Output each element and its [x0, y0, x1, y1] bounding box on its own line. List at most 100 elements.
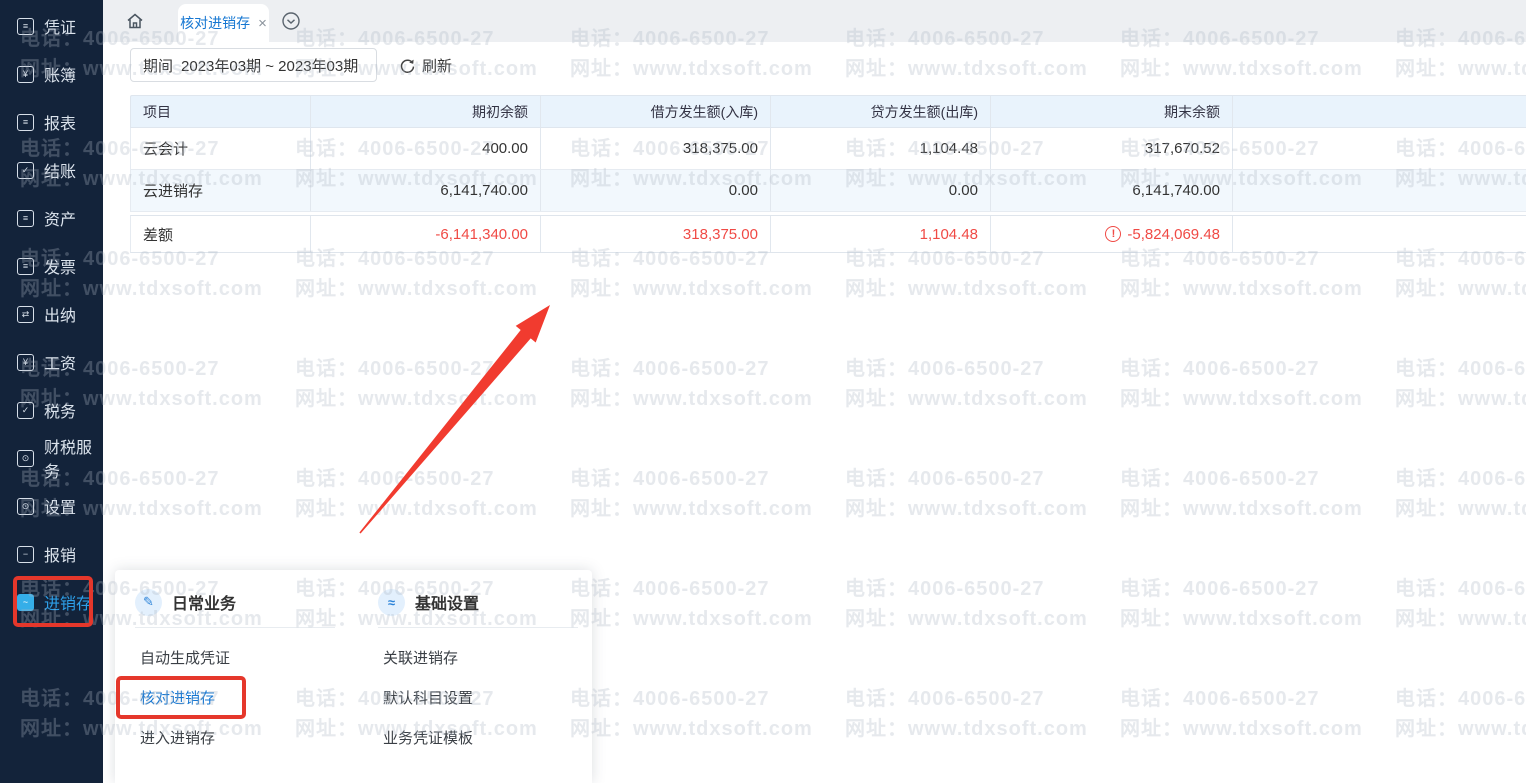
sidebar-item-label: 结账: [44, 158, 76, 182]
tax-icon: ✓: [17, 402, 34, 419]
cell-value: 6,141,740.00: [311, 170, 541, 211]
expense-icon: −: [17, 546, 34, 563]
period-value: 2023年03期 ~ 2023年03期: [181, 55, 358, 76]
tab-dropdown-icon[interactable]: [281, 11, 301, 31]
table-header-row: 项目 期初余额 借方发生额(入库) 贷方发生额(出库) 期末余额: [130, 95, 1526, 128]
popup-section-daily-business: ✎ 日常业务 自动生成凭证 核对进销存 进入进销存: [135, 570, 350, 757]
row-label: 云会计: [131, 128, 311, 169]
sidebar-item-label: 报销: [44, 542, 76, 566]
inventory-submenu-popup: ✎ 日常业务 自动生成凭证 核对进销存 进入进销存 ≈ 基础设置 关联进销存 默…: [115, 570, 592, 783]
col-header-opening-balance: 期初余额: [311, 96, 541, 127]
col-header-item: 项目: [131, 96, 311, 127]
tab-bar: 核对进销存 ×: [103, 0, 1526, 42]
sidebar-item-label: 工资: [44, 350, 76, 374]
cell-value: 6,141,740.00: [991, 170, 1233, 211]
section-title: 日常业务: [172, 590, 236, 614]
cell-value-with-warning: ! -5,824,069.48: [991, 216, 1233, 252]
table-row-cloud-inventory: 云进销存 6,141,740.00 0.00 0.00 6,141,740.00: [130, 170, 1526, 212]
table-row-difference: 差额 -6,141,340.00 318,375.00 1,104.48 ! -…: [130, 215, 1526, 253]
ledger-icon: ¥: [17, 66, 34, 83]
sidebar-item-label: 发票: [44, 254, 76, 278]
refresh-label: 刷新: [422, 55, 452, 76]
section-title: 基础设置: [415, 590, 479, 614]
tab-label: 核对进销存: [180, 13, 250, 33]
sidebar-item-reports[interactable]: ≡ 报表: [0, 98, 103, 146]
warning-icon: !: [1105, 226, 1121, 242]
basic-settings-icon: ≈: [378, 589, 405, 616]
cell-value: 318,375.00: [541, 216, 771, 252]
toolbar: 期间 2023年03期 ~ 2023年03期 刷新: [103, 42, 1526, 95]
menu-item-business-voucher-template[interactable]: 业务凭证模板: [378, 717, 593, 757]
sidebar-item-assets[interactable]: ≡ 资产: [0, 194, 103, 242]
sidebar-item-fiscal-services[interactable]: ⊙ 财税服务: [0, 434, 103, 482]
menu-item-auto-generate-voucher[interactable]: 自动生成凭证: [135, 637, 350, 677]
period-label: 期间: [143, 55, 173, 76]
home-icon[interactable]: [125, 11, 145, 31]
divider: [135, 627, 335, 628]
menu-item-default-account-settings[interactable]: 默认科目设置: [378, 677, 593, 717]
cell-value: 317,670.52: [991, 128, 1233, 169]
sidebar-item-inventory[interactable]: ~ 进销存: [0, 578, 103, 626]
refresh-button[interactable]: 刷新: [393, 48, 458, 82]
cell-value: -5,824,069.48: [1127, 226, 1220, 243]
sidebar-item-label: 凭证: [44, 14, 76, 38]
cell-value: 1,104.48: [771, 216, 991, 252]
sidebar-item-settings[interactable]: ⊙ 设置: [0, 482, 103, 530]
daily-business-icon: ✎: [135, 589, 162, 616]
col-header-blank: [1233, 96, 1526, 127]
table-row-cloud-accounting: 云会计 400.00 318,375.00 1,104.48 317,670.5…: [130, 128, 1526, 170]
menu-item-enter-inventory[interactable]: 进入进销存: [135, 717, 350, 757]
cell-value: 0.00: [771, 170, 991, 211]
popup-section-basic-settings: ≈ 基础设置 关联进销存 默认科目设置 业务凭证模板: [378, 570, 593, 757]
tab-close-icon[interactable]: ×: [258, 16, 267, 31]
cell-value: 400.00: [311, 128, 541, 169]
cell-value: 1,104.48: [771, 128, 991, 169]
sidebar-item-tax[interactable]: ✓ 税务: [0, 386, 103, 434]
app-window: ≡ 凭证 ¥ 账簿 ≡ 报表 ✓ 结账 ≡ 资产 ≡ 发票 ⇄ 出纳 ¥ 工资 ✓ 税务 ⊙ 财税服…: [0, 0, 1526, 783]
cell-value: -6,141,340.00: [311, 216, 541, 252]
voucher-icon: ≡: [17, 18, 34, 35]
cashier-icon: ⇄: [17, 306, 34, 323]
sidebar-item-label: 设置: [44, 494, 76, 518]
cell-value: 318,375.00: [541, 128, 771, 169]
tab-check-inventory[interactable]: 核对进销存 ×: [178, 4, 269, 42]
sidebar-item-cashier[interactable]: ⇄ 出纳: [0, 290, 103, 338]
settings-icon: ⊙: [17, 498, 34, 515]
sidebar: ≡ 凭证 ¥ 账簿 ≡ 报表 ✓ 结账 ≡ 资产 ≡ 发票 ⇄ 出纳 ¥ 工资 ✓ 税务 ⊙ 财税服…: [0, 0, 103, 783]
assets-icon: ≡: [17, 210, 34, 227]
sidebar-item-label: 税务: [44, 398, 76, 422]
sidebar-item-label: 资产: [44, 206, 76, 230]
sidebar-item-ledger[interactable]: ¥ 账簿: [0, 50, 103, 98]
cell-value: 0.00: [541, 170, 771, 211]
sidebar-item-invoice[interactable]: ≡ 发票: [0, 242, 103, 290]
sidebar-item-label: 报表: [44, 110, 76, 134]
col-header-debit-in: 借方发生额(入库): [541, 96, 771, 127]
refresh-icon: [399, 57, 416, 74]
section-header: ≈ 基础设置: [378, 588, 593, 616]
fiscal-services-icon: ⊙: [17, 450, 34, 467]
reconcile-table: 项目 期初余额 借方发生额(入库) 贷方发生额(出库) 期末余额 云会计 400…: [130, 95, 1526, 253]
closing-icon: ✓: [17, 162, 34, 179]
inventory-icon: ~: [17, 594, 34, 611]
reports-icon: ≡: [17, 114, 34, 131]
table-body: 云会计 400.00 318,375.00 1,104.48 317,670.5…: [130, 128, 1526, 212]
sidebar-item-expense[interactable]: −报销: [0, 530, 103, 578]
sidebar-item-closing[interactable]: ✓ 结账: [0, 146, 103, 194]
payroll-icon: ¥: [17, 354, 34, 371]
sidebar-item-label: 进销存: [44, 590, 92, 614]
invoice-icon: ≡: [17, 258, 34, 275]
col-header-ending-balance: 期末余额: [991, 96, 1233, 127]
sidebar-item-label: 出纳: [44, 302, 76, 326]
sidebar-item-label: 财税服务: [44, 434, 103, 482]
sidebar-item-voucher[interactable]: ≡ 凭证: [0, 2, 103, 50]
menu-item-link-inventory[interactable]: 关联进销存: [378, 637, 593, 677]
menu-item-check-inventory[interactable]: 核对进销存: [135, 677, 350, 717]
divider: [378, 627, 578, 628]
sidebar-item-payroll[interactable]: ¥ 工资: [0, 338, 103, 386]
col-header-credit-out: 贷方发生额(出库): [771, 96, 991, 127]
period-selector[interactable]: 期间 2023年03期 ~ 2023年03期: [130, 48, 377, 82]
row-label: 云进销存: [131, 170, 311, 211]
section-header: ✎ 日常业务: [135, 588, 350, 616]
sidebar-item-label: 账簿: [44, 62, 76, 86]
row-label: 差额: [131, 216, 311, 252]
